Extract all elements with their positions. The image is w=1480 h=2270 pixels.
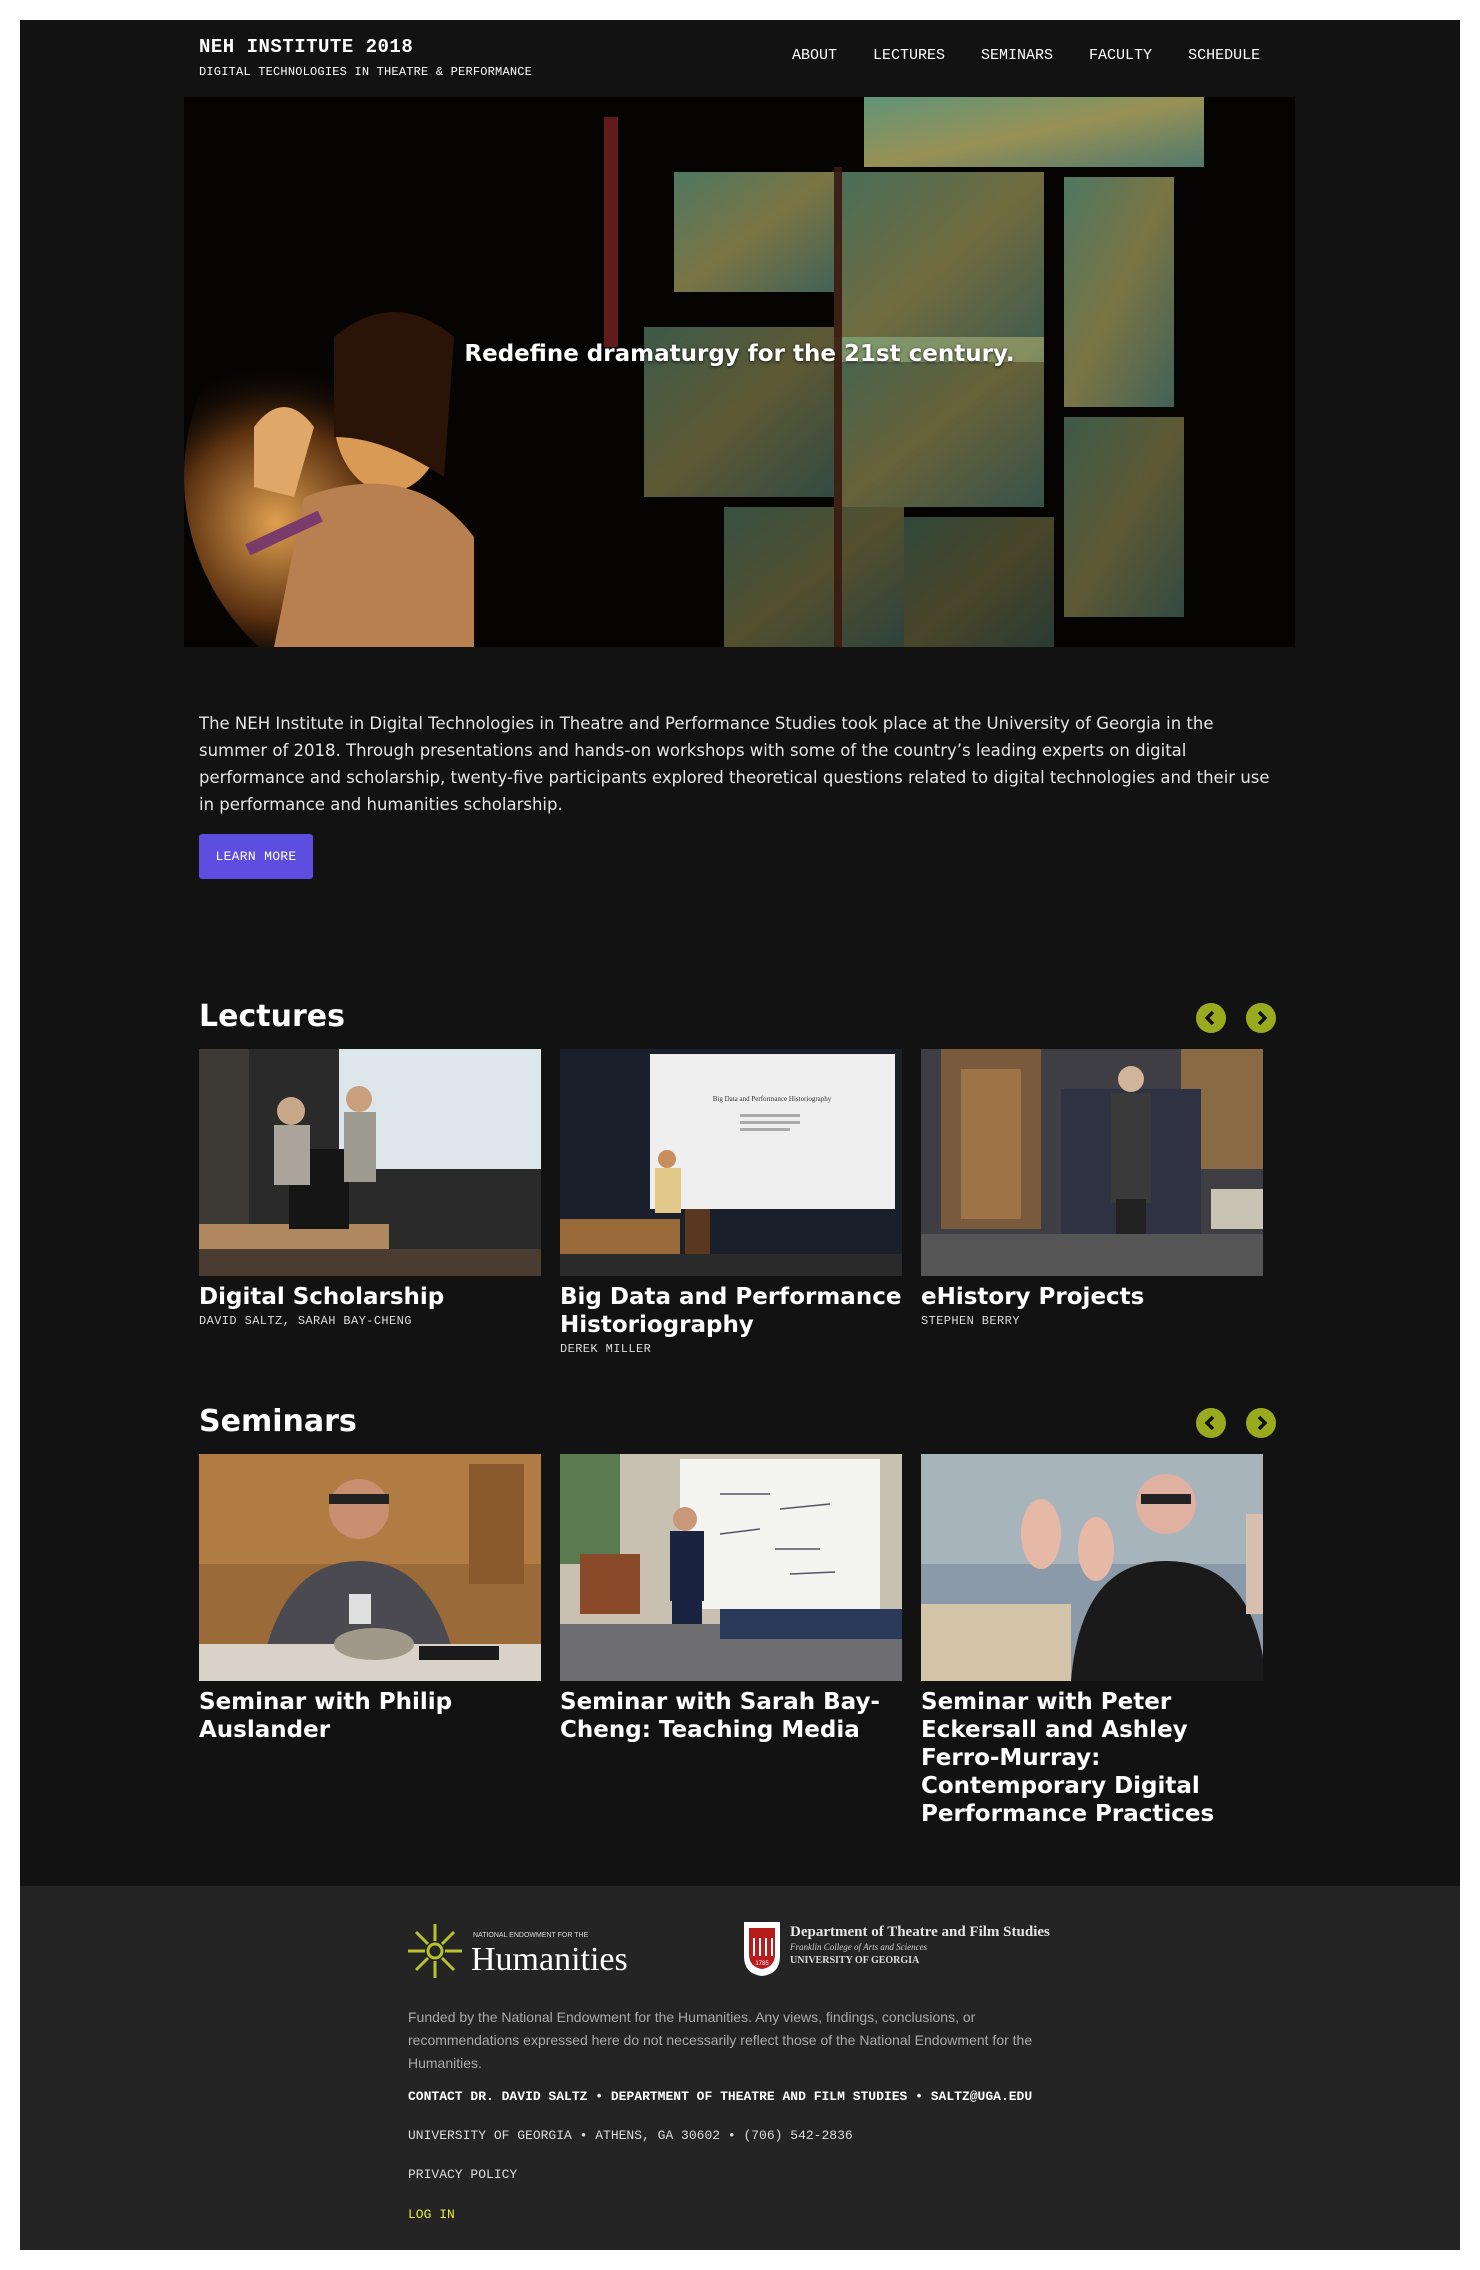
lecture-speakers: STEPHEN BERRY xyxy=(921,1314,1020,1328)
seminars-heading: Seminars xyxy=(199,1404,357,1439)
chevron-right-icon xyxy=(1257,1010,1268,1026)
lecture-speakers: DAVID SALTZ, SARAH BAY-CHENG xyxy=(199,1314,412,1328)
address-line: UNIVERSITY OF GEORGIA • ATHENS, GA 30602… xyxy=(408,2128,853,2143)
uga-seal-year: 1785 xyxy=(755,1961,769,1967)
lecture-card[interactable]: Digital Scholarship DAVID SALTZ, SARAH B… xyxy=(199,1049,541,1328)
site-title[interactable]: NEH INSTITUTE 2018 xyxy=(199,36,413,58)
lecture-thumbnail[interactable]: Big Data and Performance Historiography xyxy=(560,1049,902,1276)
chevron-right-icon xyxy=(1257,1415,1268,1431)
seminar-title[interactable]: Seminar with Philip Auslander xyxy=(199,1688,541,1744)
seminar-card[interactable]: Seminar with Philip Auslander xyxy=(199,1454,541,1744)
seminar-title[interactable]: Seminar with Peter Eckersall and Ashley … xyxy=(921,1688,1263,1828)
hero-image xyxy=(184,97,1295,647)
lecture-title[interactable]: Digital Scholarship xyxy=(199,1283,541,1311)
lecture-speakers: DEREK MILLER xyxy=(560,1342,652,1356)
learn-more-button[interactable]: LEARN MORE xyxy=(199,834,313,879)
neh-logo-text: Humanities xyxy=(471,1941,628,1978)
uga-theatre-logo[interactable]: 1785 Department of Theatre and Film Stud… xyxy=(742,1920,1082,1978)
privacy-policy-link[interactable]: PRIVACY POLICY xyxy=(408,2167,517,2182)
neh-humanities-logo[interactable]: NATIONAL ENDOWMENT FOR THE Humanities xyxy=(405,1920,675,1982)
seminar-thumbnail[interactable] xyxy=(560,1454,902,1681)
contact-email-link[interactable]: SALTZ@UGA.EDU xyxy=(931,2089,1032,2104)
nav-lectures[interactable]: LECTURES xyxy=(873,47,945,64)
nav-schedule[interactable]: SCHEDULE xyxy=(1188,47,1260,64)
lecture-thumbnail[interactable] xyxy=(921,1049,1263,1276)
seminars-prev-button[interactable] xyxy=(1196,1408,1226,1438)
neh-logo-small-text: NATIONAL ENDOWMENT FOR THE xyxy=(473,1932,589,1939)
uga-university-text: UNIVERSITY OF GEORGIA xyxy=(790,1955,920,1966)
nav-seminars[interactable]: SEMINARS xyxy=(981,47,1053,64)
chevron-left-icon xyxy=(1204,1010,1215,1026)
lectures-next-button[interactable] xyxy=(1246,1003,1276,1033)
slide-title: Big Data and Performance Historiography xyxy=(713,1095,832,1103)
contact-dept: DEPARTMENT OF THEATRE AND FILM STUDIES xyxy=(610,2089,908,2104)
seminar-thumbnail[interactable] xyxy=(921,1454,1263,1681)
lectures-heading: Lectures xyxy=(199,999,345,1034)
site-subtitle: DIGITAL TECHNOLOGIES IN THEATRE & PERFOR… xyxy=(199,65,533,79)
chevron-left-icon xyxy=(1204,1415,1215,1431)
login-link[interactable]: LOG IN xyxy=(408,2207,455,2222)
funding-disclaimer: Funded by the National Endowment for the… xyxy=(408,2009,1033,2071)
uga-college-text: Franklin College of Arts and Sciences xyxy=(789,1942,928,1952)
uga-dept-text: Department of Theatre and Film Studies xyxy=(790,1924,1050,1940)
nav-faculty[interactable]: FACULTY xyxy=(1089,47,1152,64)
seminar-card[interactable]: Seminar with Sarah Bay-Cheng: Teaching M… xyxy=(560,1454,902,1744)
lecture-thumbnail[interactable] xyxy=(199,1049,541,1276)
lecture-card[interactable]: Big Data and Performance Historiography … xyxy=(560,1049,902,1356)
main-nav: ABOUT LECTURES SEMINARS FACULTY SCHEDULE xyxy=(792,47,1296,64)
lecture-title[interactable]: Big Data and Performance Historiography xyxy=(560,1283,902,1339)
seminar-thumbnail[interactable] xyxy=(199,1454,541,1681)
hero-banner: Redefine dramaturgy for the 21st century… xyxy=(184,97,1295,647)
contact-line: CONTACT DR. DAVID SALTZ • DEPARTMENT OF … xyxy=(408,2089,1033,2104)
contact-name: CONTACT DR. DAVID SALTZ xyxy=(408,2089,588,2104)
page: NEH INSTITUTE 2018 DIGITAL TECHNOLOGIES … xyxy=(20,20,1460,2250)
seminars-next-button[interactable] xyxy=(1246,1408,1276,1438)
intro-text: The NEH Institute in Digital Technologie… xyxy=(199,714,1270,814)
lectures-prev-button[interactable] xyxy=(1196,1003,1226,1033)
footer: NATIONAL ENDOWMENT FOR THE Humanities 17… xyxy=(20,1886,1460,2250)
nav-about[interactable]: ABOUT xyxy=(792,47,837,64)
lecture-card[interactable]: eHistory Projects STEPHEN BERRY xyxy=(921,1049,1263,1328)
hero-tagline: Redefine dramaturgy for the 21st century… xyxy=(464,341,1015,367)
lecture-title[interactable]: eHistory Projects xyxy=(921,1283,1263,1311)
seminar-card[interactable]: Seminar with Peter Eckersall and Ashley … xyxy=(921,1454,1263,1828)
seminar-title[interactable]: Seminar with Sarah Bay-Cheng: Teaching M… xyxy=(560,1688,902,1744)
